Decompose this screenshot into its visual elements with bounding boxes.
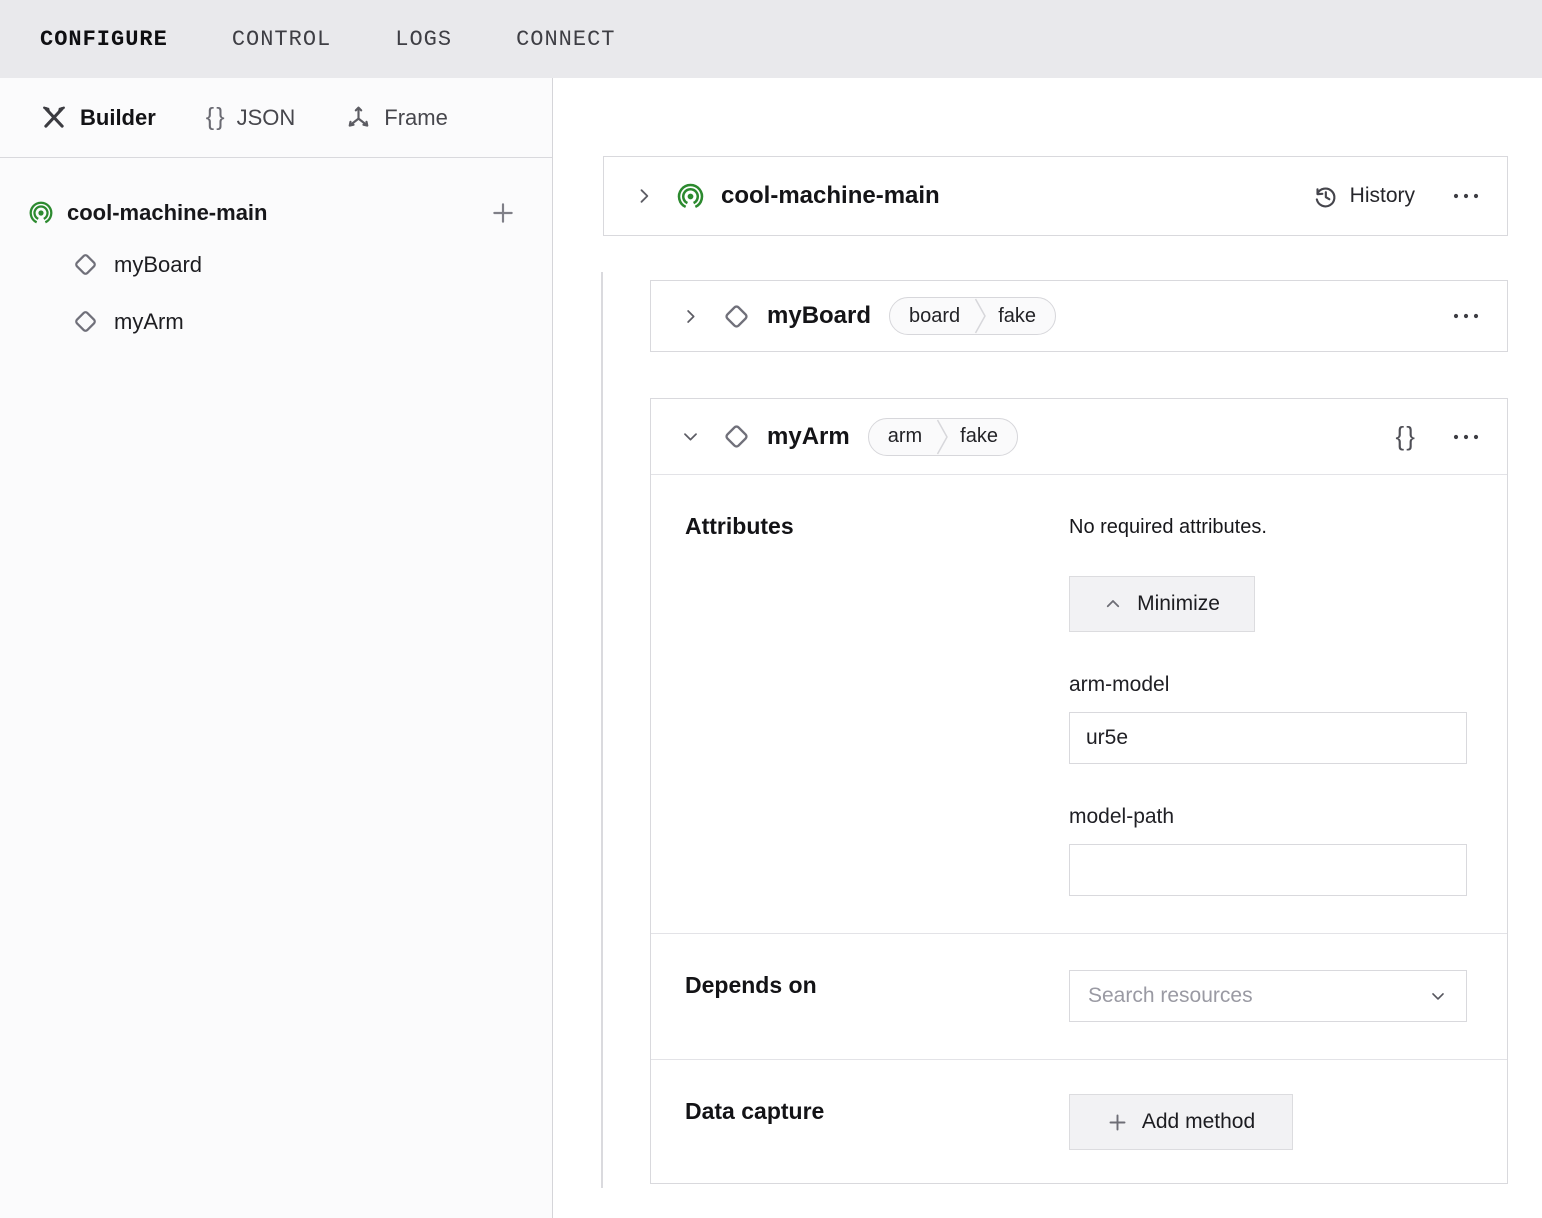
- tree-item-label: myBoard: [114, 252, 202, 278]
- braces-icon: { }: [206, 103, 225, 132]
- tools-icon: [40, 104, 68, 132]
- chevron-right-icon[interactable]: [681, 307, 700, 326]
- configure-page: CONFIGURE CONTROL LOGS CONNECT Builder {…: [0, 0, 1542, 1218]
- minimize-button[interactable]: Minimize: [1069, 576, 1255, 632]
- history-label: History: [1350, 184, 1415, 208]
- board-type-model-tag: board fake: [889, 297, 1056, 335]
- add-resource-icon[interactable]: [490, 200, 516, 226]
- tree-item-label: myArm: [114, 309, 184, 335]
- tree-machine-row[interactable]: cool-machine-main: [0, 190, 552, 236]
- model-path-input[interactable]: [1069, 844, 1467, 896]
- arm-card: myArm arm fake { } Attributes No require…: [650, 398, 1508, 1184]
- resource-tree: cool-machine-main myBoard myArm: [0, 158, 552, 350]
- axes-icon: [345, 104, 372, 131]
- depends-on-heading: Depends on: [685, 972, 817, 999]
- data-capture-section: Data capture Add method: [651, 1060, 1507, 1184]
- depends-on-section: Depends on Search resources: [651, 934, 1507, 1060]
- attributes-heading: Attributes: [685, 513, 794, 540]
- depends-on-content: Search resources: [1069, 934, 1467, 1022]
- overflow-menu-icon[interactable]: [1451, 191, 1481, 201]
- board-card: myBoard board fake: [650, 280, 1508, 352]
- history-icon: [1312, 183, 1339, 210]
- chevron-up-icon: [1104, 595, 1122, 613]
- mode-frame-label: Frame: [384, 105, 448, 131]
- arm-model-label: arm-model: [1069, 673, 1467, 697]
- mode-frame[interactable]: Frame: [345, 104, 448, 131]
- tab-logs[interactable]: LOGS: [395, 27, 452, 52]
- tag-divider-chevron: [974, 298, 987, 334]
- tab-configure[interactable]: CONFIGURE: [40, 27, 168, 52]
- tree-item-myarm[interactable]: myArm: [0, 293, 552, 350]
- attributes-content: No required attributes. Minimize arm-mod…: [1069, 475, 1467, 896]
- chevron-right-icon[interactable]: [634, 186, 654, 206]
- machine-card-title: cool-machine-main: [721, 182, 940, 210]
- machine-part-icon: [676, 182, 705, 211]
- edit-json-icon[interactable]: { }: [1395, 421, 1415, 452]
- tag-type: arm: [869, 425, 936, 448]
- overflow-menu-icon[interactable]: [1451, 432, 1481, 442]
- chevron-down-icon[interactable]: [681, 427, 700, 446]
- depends-on-dropdown[interactable]: Search resources: [1069, 970, 1467, 1022]
- tree-connector-line: [601, 272, 603, 1188]
- sidebar: Builder { } JSON Frame: [0, 78, 553, 1218]
- add-method-button[interactable]: Add method: [1069, 1094, 1293, 1150]
- mode-builder-label: Builder: [80, 105, 156, 131]
- tag-model: fake: [987, 305, 1055, 328]
- arm-card-title: myArm: [767, 423, 850, 451]
- history-button[interactable]: History: [1312, 183, 1415, 210]
- component-diamond-icon: [722, 422, 751, 451]
- mode-builder[interactable]: Builder: [40, 104, 156, 132]
- minimize-label: Minimize: [1137, 592, 1220, 616]
- add-method-label: Add method: [1142, 1110, 1255, 1134]
- dropdown-placeholder: Search resources: [1088, 984, 1253, 1008]
- tree-item-myboard[interactable]: myBoard: [0, 236, 552, 293]
- component-diamond-icon: [72, 251, 99, 278]
- data-capture-heading: Data capture: [685, 1098, 824, 1125]
- machine-card: cool-machine-main History: [603, 156, 1508, 236]
- tag-divider-chevron: [936, 419, 949, 455]
- attributes-section: Attributes No required attributes. Minim…: [651, 475, 1507, 934]
- no-required-attributes-text: No required attributes.: [1069, 516, 1467, 539]
- arm-model-input[interactable]: [1069, 712, 1467, 764]
- tab-connect[interactable]: CONNECT: [516, 27, 615, 52]
- top-nav: CONFIGURE CONTROL LOGS CONNECT: [0, 0, 1542, 78]
- component-diamond-icon: [722, 302, 751, 331]
- arm-card-header: myArm arm fake { }: [651, 399, 1507, 475]
- tree-machine-name: cool-machine-main: [67, 200, 267, 226]
- machine-part-icon: [28, 200, 54, 226]
- view-mode-toolbar: Builder { } JSON Frame: [0, 78, 552, 158]
- model-path-label: model-path: [1069, 805, 1467, 829]
- mode-json-label: JSON: [237, 105, 296, 131]
- board-card-title: myBoard: [767, 302, 871, 330]
- tag-model: fake: [949, 425, 1017, 448]
- overflow-menu-icon[interactable]: [1451, 311, 1481, 321]
- component-diamond-icon: [72, 308, 99, 335]
- plus-icon: [1107, 1112, 1128, 1133]
- chevron-down-icon: [1428, 986, 1448, 1006]
- arm-type-model-tag: arm fake: [868, 418, 1018, 456]
- tag-type: board: [890, 305, 974, 328]
- data-capture-content: Add method: [1069, 1060, 1467, 1150]
- tab-control[interactable]: CONTROL: [232, 27, 331, 52]
- mode-json[interactable]: { } JSON: [206, 103, 295, 132]
